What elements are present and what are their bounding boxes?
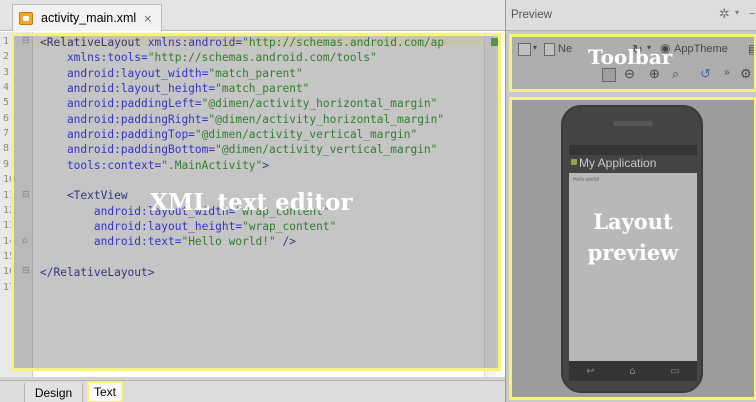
- file-tab-title: activity_main.xml: [41, 11, 137, 25]
- tab-text[interactable]: Text: [87, 381, 123, 402]
- toolbar-caption: Toolbar: [588, 45, 673, 69]
- preview-panel: Preview ✲ ▾ – ▾ Ne ↻ ▾ ◉ AppTheme ▤ ⊖ ⊕ …: [505, 0, 756, 402]
- bottom-tab-bar: Design Text: [0, 380, 505, 402]
- line-number: 6: [3, 112, 10, 124]
- chevron-down-icon[interactable]: ▾: [735, 8, 739, 17]
- editor-caption: XML text editor: [150, 189, 353, 216]
- preview-caption-line1: Layout: [593, 209, 673, 234]
- line-number: 2: [3, 51, 10, 63]
- preview-caption-line2: preview: [587, 240, 679, 265]
- line-number: 5: [3, 97, 10, 109]
- preview-caption: Layout preview: [512, 206, 754, 268]
- line-number: 3: [3, 66, 10, 78]
- line-number: 1: [3, 36, 10, 47]
- editor-tab-bar: activity_main.xml ×: [0, 0, 505, 31]
- line-number: 4: [3, 82, 10, 94]
- minimize-icon[interactable]: –: [749, 6, 755, 20]
- tab-design[interactable]: Design: [24, 383, 83, 402]
- preview-header: Preview ✲ ▾ –: [506, 0, 756, 31]
- line-number: 9: [3, 158, 10, 170]
- line-number: 8: [3, 143, 10, 155]
- layout-preview[interactable]: My Application Hello world! ↩ ⌂ ▭ Layout…: [509, 97, 756, 400]
- gear-icon[interactable]: ✲: [719, 7, 730, 22]
- preview-title: Preview: [511, 9, 552, 21]
- editor-panel: activity_main.xml × 1 2 3 4 5 6 7 8 9 10 11 12 13 14 1…: [0, 0, 505, 402]
- preview-toolbar: ▾ Ne ↻ ▾ ◉ AppTheme ▤ ⊖ ⊕ ⌕ ↺ » ⚙ Toolba…: [509, 34, 756, 92]
- line-number: 7: [3, 128, 10, 140]
- close-icon[interactable]: ×: [143, 12, 152, 25]
- file-tab[interactable]: activity_main.xml ×: [12, 4, 162, 31]
- xml-file-icon: [19, 11, 33, 25]
